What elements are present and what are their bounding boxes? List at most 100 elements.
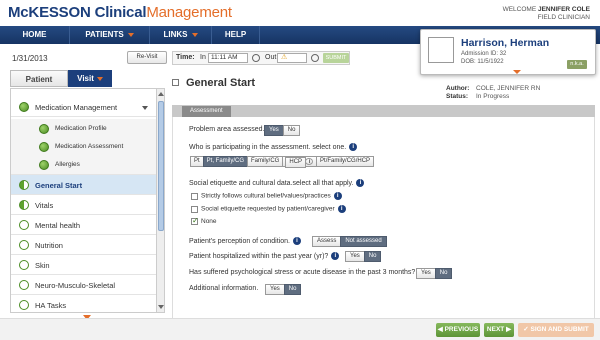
participant-pt-family-cg[interactable]: Pt, Family/CG (202, 156, 249, 167)
sidebar-item-ha-tasks[interactable]: HA Tasks (11, 295, 156, 312)
sidebar-item-neuro-musculo-skeletal[interactable]: Neuro-Musculo-Skeletal (11, 275, 156, 295)
option-none[interactable]: None (191, 216, 217, 225)
logo-brand: McKESSON (8, 4, 91, 21)
checkbox-checked[interactable] (191, 216, 199, 225)
user-name: JENNIFER COLE (537, 6, 590, 13)
problem-area-no[interactable]: No (282, 125, 301, 136)
sidebar-item-vitals[interactable]: Vitals (11, 195, 156, 215)
next-button[interactable]: NEXT ▶ (484, 323, 514, 337)
info-icon[interactable]: i (292, 237, 301, 245)
app-header: McKESSON ClinicalManagement WELCOME JENN… (0, 0, 600, 26)
previous-button[interactable]: ◀ PREVIOUS (436, 323, 480, 337)
nav-patients[interactable]: PATIENTS (70, 26, 150, 44)
revisit-button[interactable]: Re-Visit (127, 51, 167, 64)
hospitalized-toggle: Yes No (345, 251, 382, 262)
hospitalized-yes[interactable]: Yes (345, 251, 365, 262)
participant-family-cg[interactable]: Family/CG (247, 156, 284, 167)
nav-links[interactable]: LINKS (150, 26, 212, 44)
scroll-thumb[interactable] (158, 101, 164, 231)
logo-management: Management (146, 4, 232, 21)
participant-pt[interactable]: Pt (190, 156, 204, 167)
tab-patient[interactable]: Patient (10, 70, 68, 87)
scroll-down-icon[interactable] (158, 305, 164, 309)
time-submit-button[interactable]: SUBMIT (323, 53, 349, 63)
sidebar-item-medication-management[interactable]: Medication Management (11, 97, 156, 117)
sidebar-item-label: Neuro-Musculo-Skeletal (35, 281, 116, 290)
question-problem-area: Problem area assessed. (189, 126, 265, 133)
time-in-input[interactable]: 11:11 AM (208, 53, 248, 63)
hospitalized-no[interactable]: No (363, 251, 382, 262)
perception-toggle: Assess Not assessed (312, 236, 387, 247)
participant-all[interactable]: Pt/Family/CG/HCP (316, 156, 375, 167)
tab-visit-label: Visit (77, 74, 94, 83)
checkbox[interactable] (191, 192, 198, 200)
question-additional-info: Additional information. (189, 285, 259, 292)
checkbox[interactable] (191, 205, 198, 213)
chevron-down-icon[interactable] (142, 106, 148, 110)
question-participants: Who is participating in the assessment. … (189, 143, 358, 151)
collapse-icon[interactable] (172, 79, 179, 86)
status-empty-icon (19, 280, 29, 290)
perception-not-assessed[interactable]: Not assessed (340, 236, 387, 247)
nav-help[interactable]: HELP (212, 26, 260, 44)
option-etiquette-requested[interactable]: Social etiquette requested by patient/ca… (191, 205, 346, 213)
tab-visit[interactable]: Visit (68, 70, 112, 87)
participant-hcp[interactable]: HCP i (282, 156, 318, 168)
info-icon[interactable]: i (349, 143, 358, 151)
logo-clinical: Clinical (94, 4, 147, 21)
status-partial-icon (19, 180, 29, 190)
question-social-etiquette-label: Social etiquette and cultural data.selec… (189, 179, 354, 187)
question-perception-label: Patient's perception of condition. (189, 237, 290, 245)
status-complete-icon (39, 124, 49, 134)
info-icon[interactable]: i (331, 252, 340, 260)
sidebar-item-medication-profile[interactable]: Medication Profile (11, 119, 156, 139)
sidebar-item-medication-assessment[interactable]: Medication Assessment (11, 137, 156, 157)
sidebar-item-label: HA Tasks (35, 301, 67, 310)
section-tab-assessment[interactable]: Assessment (182, 106, 231, 117)
info-icon[interactable]: i (305, 157, 314, 165)
psych-stress-yes[interactable]: Yes (416, 268, 436, 279)
sidebar-item-nutrition[interactable]: Nutrition (11, 235, 156, 255)
status-complete-icon (39, 160, 49, 170)
time-label: Time: (176, 54, 195, 61)
psych-stress-no[interactable]: No (434, 268, 453, 279)
sidebar-item-label: Medication Profile (55, 125, 107, 132)
footer-bar: ◀ PREVIOUS NEXT ▶ ✓ SIGN AND SUBMIT (0, 318, 600, 340)
main-panel: General Start Author: COLE, JENNIFER RN S… (172, 70, 595, 320)
visit-date: 1/31/2013 (12, 54, 48, 63)
info-icon[interactable]: i (337, 205, 346, 213)
additional-info-yes[interactable]: Yes (265, 284, 285, 295)
app-logo[interactable]: McKESSON ClinicalManagement (8, 4, 232, 21)
welcome-block: WELCOME JENNIFER COLE FIELD CLINICIAN (503, 6, 590, 22)
option-strictly-follows[interactable]: Strictly follows cultural belief/values/… (191, 192, 342, 200)
option-strictly-follows-label: Strictly follows cultural belief/values/… (201, 192, 331, 200)
info-icon[interactable]: i (333, 192, 342, 200)
clock-icon[interactable] (252, 54, 260, 62)
welcome-text: WELCOME (502, 6, 537, 13)
patient-card[interactable]: Harrison, Herman Admission ID: 32 DOB: 1… (420, 29, 596, 75)
perception-assess[interactable]: Assess (312, 236, 342, 247)
sidebar-item-skin[interactable]: Skin (11, 255, 156, 275)
participants-selector: Pt Pt, Family/CG Family/CG HCP i Pt/Famil… (190, 156, 375, 168)
patient-dob: DOB: 11/5/1922 (461, 58, 504, 65)
scroll-up-icon[interactable] (158, 92, 164, 96)
revisit-label: Re-Visit (136, 54, 158, 60)
user-role: FIELD CLINICIAN (537, 14, 590, 21)
problem-area-yes[interactable]: Yes (264, 125, 284, 136)
nav-patients-label: PATIENTS (85, 30, 124, 39)
time-out-label: Out (265, 54, 277, 61)
question-perception: Patient's perception of condition. i (189, 237, 301, 245)
allergy-badge: n.k.a. (567, 60, 587, 69)
time-out-input[interactable]: ⚠ (277, 53, 307, 63)
clock-icon[interactable] (311, 54, 319, 62)
sidebar-item-allergies[interactable]: Allergies (11, 155, 156, 175)
sign-and-submit-button[interactable]: ✓ SIGN AND SUBMIT (518, 323, 594, 337)
sidebar-item-mental-health[interactable]: Mental health (11, 215, 156, 235)
additional-info-no[interactable]: No (283, 284, 302, 295)
sidebar-scrollbar[interactable] (156, 89, 164, 312)
patient-name[interactable]: Harrison, Herman (461, 37, 549, 49)
sidebar-item-general-start[interactable]: General Start (11, 175, 156, 195)
nav-home[interactable]: HOME (0, 26, 70, 44)
question-hospitalized-label: Patient hospitalized within the past yea… (189, 252, 329, 260)
info-icon[interactable]: i (356, 179, 365, 187)
